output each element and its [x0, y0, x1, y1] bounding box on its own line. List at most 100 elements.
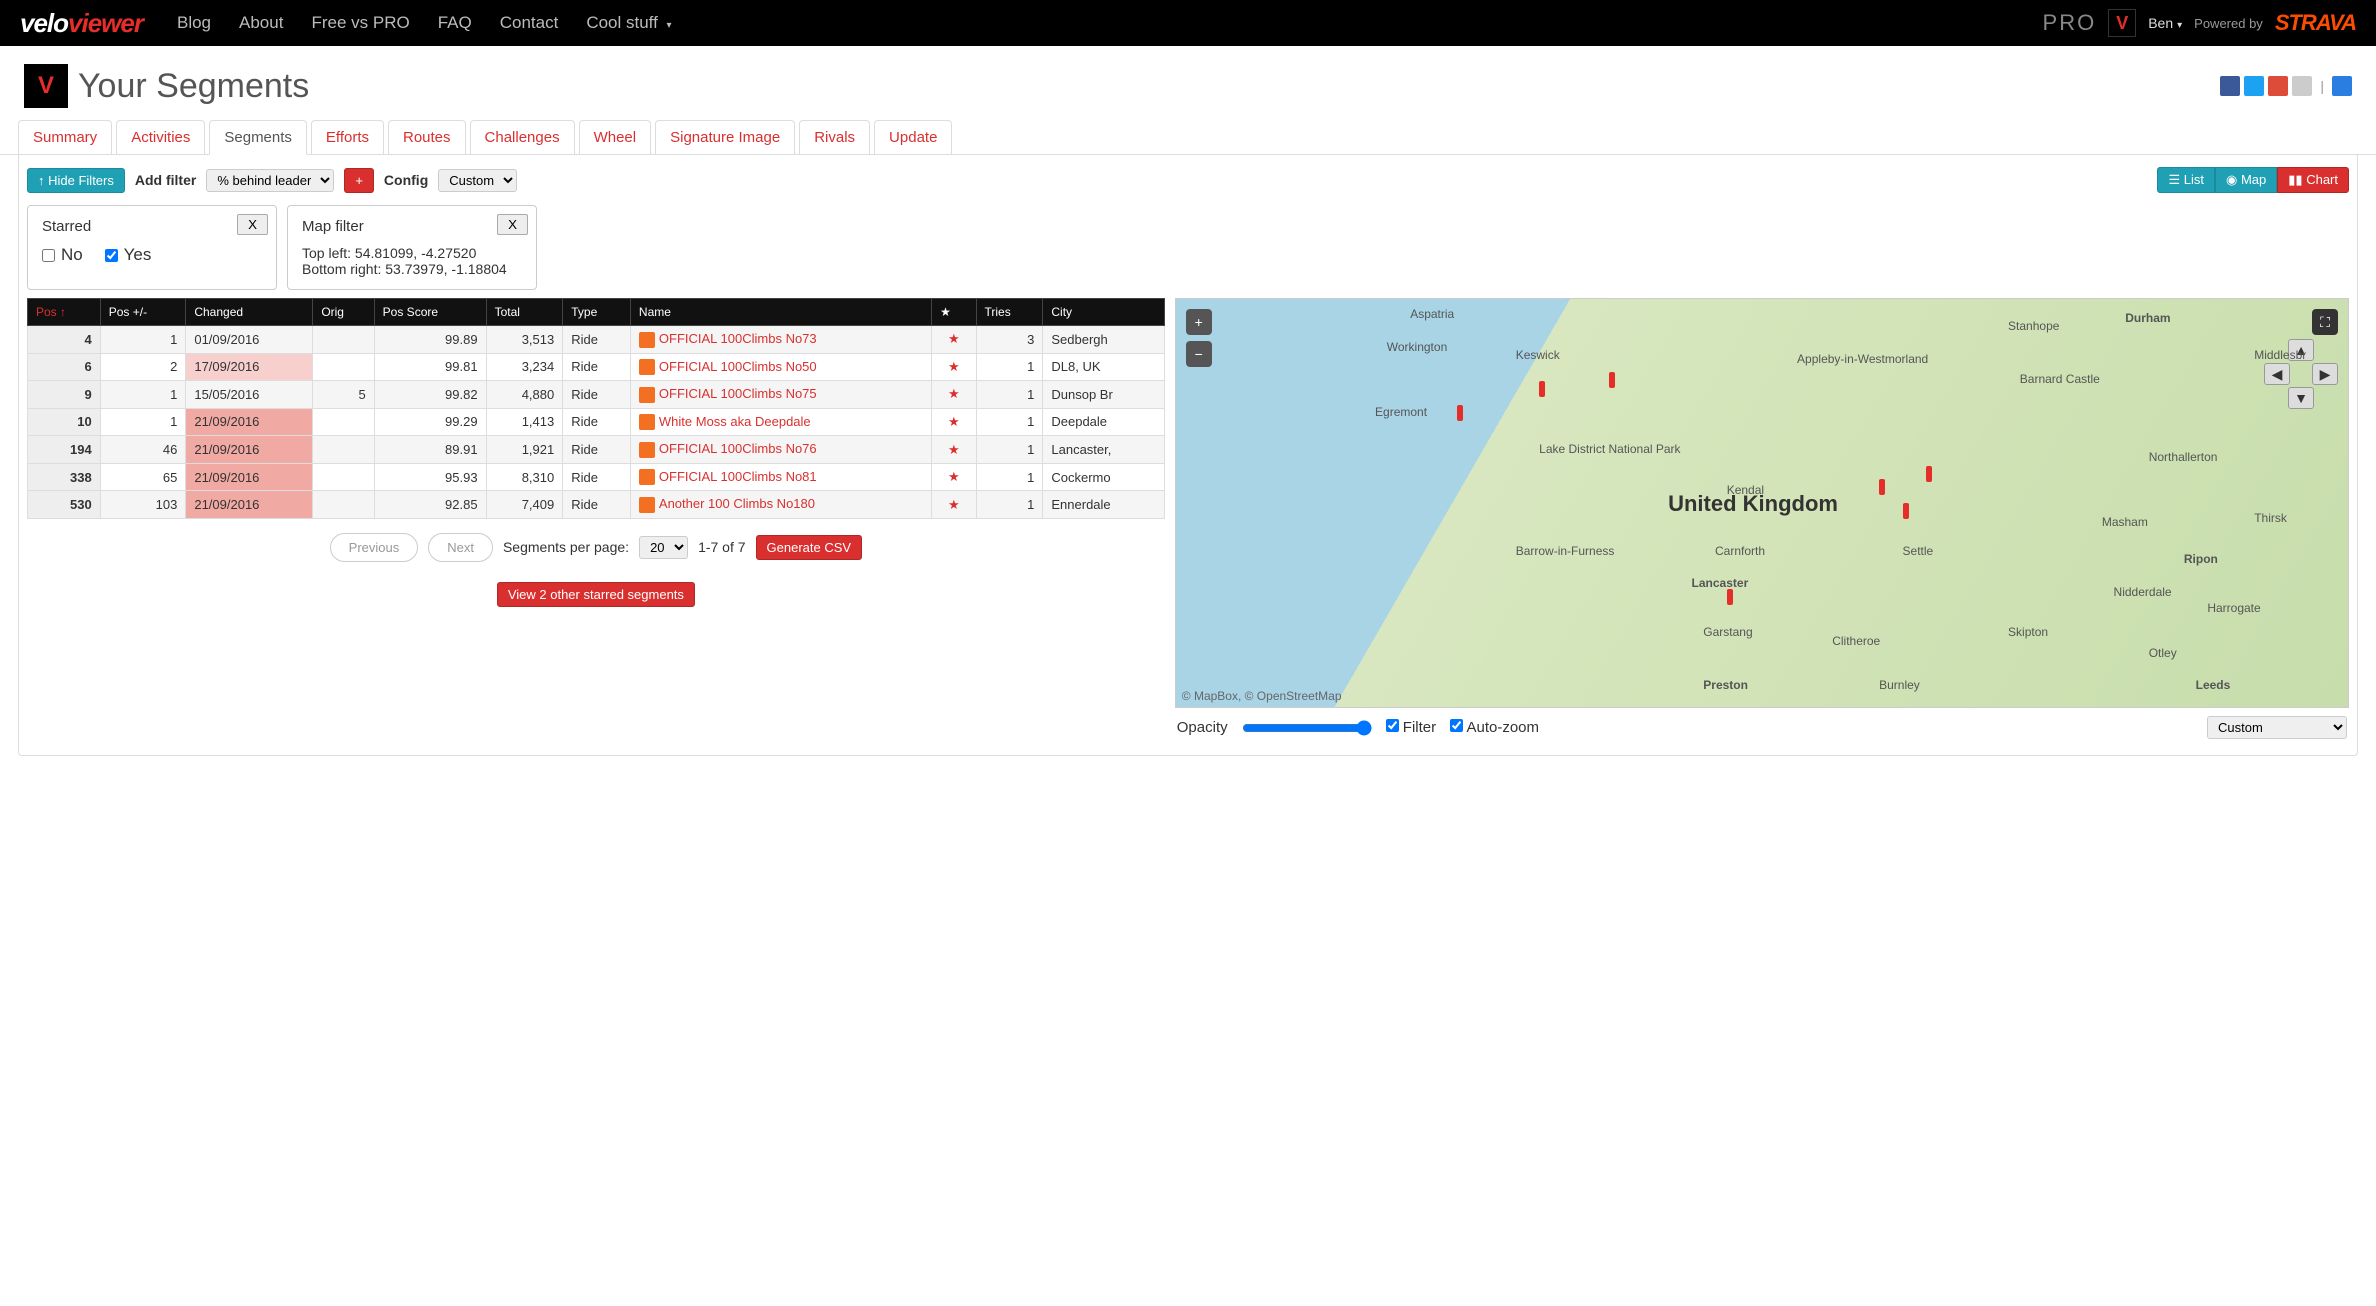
tab-efforts[interactable]: Efforts [311, 120, 384, 154]
next-button[interactable]: Next [428, 533, 493, 562]
table-row[interactable]: 53010321/09/201692.857,409RideAnother 10… [28, 491, 1165, 519]
nav-link-faq[interactable]: FAQ [424, 1, 486, 45]
zoom-out-button[interactable]: − [1186, 341, 1212, 367]
map-canvas[interactable]: + − ⛶ ▲ ▶ ◀ ▼ United Kingdom © MapBox, ©… [1175, 298, 2349, 708]
generate-csv-button[interactable]: Generate CSV [756, 535, 863, 560]
map-place-label: Middlesbr [2254, 348, 2306, 362]
hide-filters-button[interactable]: ↑ Hide Filters [27, 168, 125, 193]
filter-starred-card: X Starred No Yes [27, 205, 277, 290]
brand-logo[interactable]: veloviewer [20, 8, 143, 39]
zoom-in-button[interactable]: + [1186, 309, 1212, 335]
facebook-icon[interactable] [2220, 76, 2240, 96]
fullscreen-button[interactable]: ⛶ [2312, 309, 2338, 335]
per-page-select[interactable]: 20 [639, 536, 688, 559]
starred-no-checkbox[interactable] [42, 249, 55, 262]
share-icon[interactable] [2332, 76, 2352, 96]
map-place-label: Masham [2102, 515, 2148, 529]
add-filter-label: Add filter [135, 172, 196, 188]
col-header[interactable]: Name [630, 299, 931, 326]
strava-icon [639, 442, 655, 458]
filter-checkbox[interactable] [1386, 719, 1399, 732]
tab-update[interactable]: Update [874, 120, 952, 154]
col-header[interactable]: Tries [976, 299, 1043, 326]
autozoom-checkbox[interactable] [1450, 719, 1463, 732]
close-starred-filter-button[interactable]: X [237, 214, 268, 235]
starred-no-option[interactable]: No [42, 245, 83, 265]
digg-icon[interactable] [2292, 76, 2312, 96]
starred-yes-option[interactable]: Yes [105, 245, 152, 265]
view-other-starred-button[interactable]: View 2 other starred segments [497, 582, 695, 607]
nav-link-cool-stuff[interactable]: Cool stuff ▾ [572, 1, 685, 45]
tab-wheel[interactable]: Wheel [579, 120, 652, 154]
nav-link-blog[interactable]: Blog [163, 1, 225, 45]
col-header[interactable]: City [1043, 299, 1164, 326]
autozoom-toggle[interactable]: Auto-zoom [1450, 719, 1539, 736]
pan-right-button[interactable]: ▶ [2312, 363, 2338, 385]
config-label: Config [384, 172, 428, 188]
table-row[interactable]: 10121/09/201699.291,413RideWhite Moss ak… [28, 408, 1165, 436]
table-row[interactable]: 4101/09/201699.893,513RideOFFICIAL 100Cl… [28, 326, 1165, 354]
starred-yes-checkbox[interactable] [105, 249, 118, 262]
map-place-label: Leeds [2196, 678, 2231, 692]
strava-icon [639, 387, 655, 403]
segment-link[interactable]: OFFICIAL 100Climbs No81 [659, 469, 817, 484]
segment-link[interactable]: Another 100 Climbs No180 [659, 496, 815, 511]
add-filter-select[interactable]: % behind leader [206, 169, 334, 192]
col-header[interactable]: Changed [186, 299, 313, 326]
pan-left-button[interactable]: ◀ [2264, 363, 2290, 385]
tab-rivals[interactable]: Rivals [799, 120, 870, 154]
strava-icon [639, 359, 655, 375]
segment-link[interactable]: OFFICIAL 100Climbs No75 [659, 386, 817, 401]
tab-signature-image[interactable]: Signature Image [655, 120, 795, 154]
filter-toggle[interactable]: Filter [1386, 719, 1437, 736]
col-header[interactable]: Orig [313, 299, 374, 326]
nav-link-contact[interactable]: Contact [486, 1, 573, 45]
table-row[interactable]: 1944621/09/201689.911,921RideOFFICIAL 10… [28, 436, 1165, 464]
previous-button[interactable]: Previous [330, 533, 419, 562]
col-header[interactable]: ★ [932, 299, 976, 326]
map-place-label: Stanhope [2008, 319, 2059, 333]
tab-summary[interactable]: Summary [18, 120, 112, 154]
pan-down-button[interactable]: ▼ [2288, 387, 2314, 409]
tab-routes[interactable]: Routes [388, 120, 466, 154]
tab-challenges[interactable]: Challenges [470, 120, 575, 154]
add-filter-plus-button[interactable]: + [344, 168, 374, 193]
googleplus-icon[interactable] [2268, 76, 2288, 96]
opacity-slider[interactable] [1242, 720, 1372, 736]
col-header[interactable]: Pos ↑ [28, 299, 101, 326]
segments-table: Pos ↑Pos +/-ChangedOrigPos ScoreTotalTyp… [27, 298, 1165, 519]
strava-logo[interactable]: STRAVA [2275, 10, 2356, 36]
close-map-filter-button[interactable]: X [497, 214, 528, 235]
twitter-icon[interactable] [2244, 76, 2264, 96]
opacity-label: Opacity [1177, 719, 1228, 736]
map-place-label: Kendal [1727, 483, 1764, 497]
view-chart-button[interactable]: ▮▮ Chart [2277, 167, 2349, 193]
tab-activities[interactable]: Activities [116, 120, 205, 154]
table-row[interactable]: 3386521/09/201695.938,310RideOFFICIAL 10… [28, 463, 1165, 491]
view-map-button[interactable]: ◉ Map [2215, 167, 2277, 193]
map-place-label: Preston [1703, 678, 1748, 692]
map-style-select[interactable]: Custom [2207, 716, 2347, 739]
segment-link[interactable]: White Moss aka Deepdale [659, 414, 811, 429]
col-header[interactable]: Pos Score [374, 299, 486, 326]
tab-segments[interactable]: Segments [209, 120, 307, 155]
col-header[interactable]: Type [563, 299, 631, 326]
globe-icon: ◉ [2226, 172, 2237, 187]
table-row[interactable]: 9115/05/2016599.824,880RideOFFICIAL 100C… [28, 381, 1165, 409]
segment-link[interactable]: OFFICIAL 100Climbs No73 [659, 331, 817, 346]
segment-link[interactable]: OFFICIAL 100Climbs No50 [659, 359, 817, 374]
filter-toolbar: ↑ Hide Filters Add filter % behind leade… [27, 163, 2349, 197]
col-header[interactable]: Total [486, 299, 563, 326]
nav-link-about[interactable]: About [225, 1, 297, 45]
user-menu[interactable]: Ben▾ [2148, 15, 2182, 31]
config-select[interactable]: Custom [438, 169, 517, 192]
map-footer: Opacity Filter Auto-zoom Custom [1175, 708, 2349, 747]
content-panel: ↑ Hide Filters Add filter % behind leade… [18, 155, 2358, 756]
segment-link[interactable]: OFFICIAL 100Climbs No76 [659, 441, 817, 456]
col-header[interactable]: Pos +/- [100, 299, 186, 326]
nav-link-free-vs-pro[interactable]: Free vs PRO [297, 1, 423, 45]
map-place-label: Garstang [1703, 625, 1752, 639]
map-place-label: Carnforth [1715, 544, 1765, 558]
view-list-button[interactable]: ☰ List [2157, 167, 2215, 193]
table-row[interactable]: 6217/09/201699.813,234RideOFFICIAL 100Cl… [28, 353, 1165, 381]
